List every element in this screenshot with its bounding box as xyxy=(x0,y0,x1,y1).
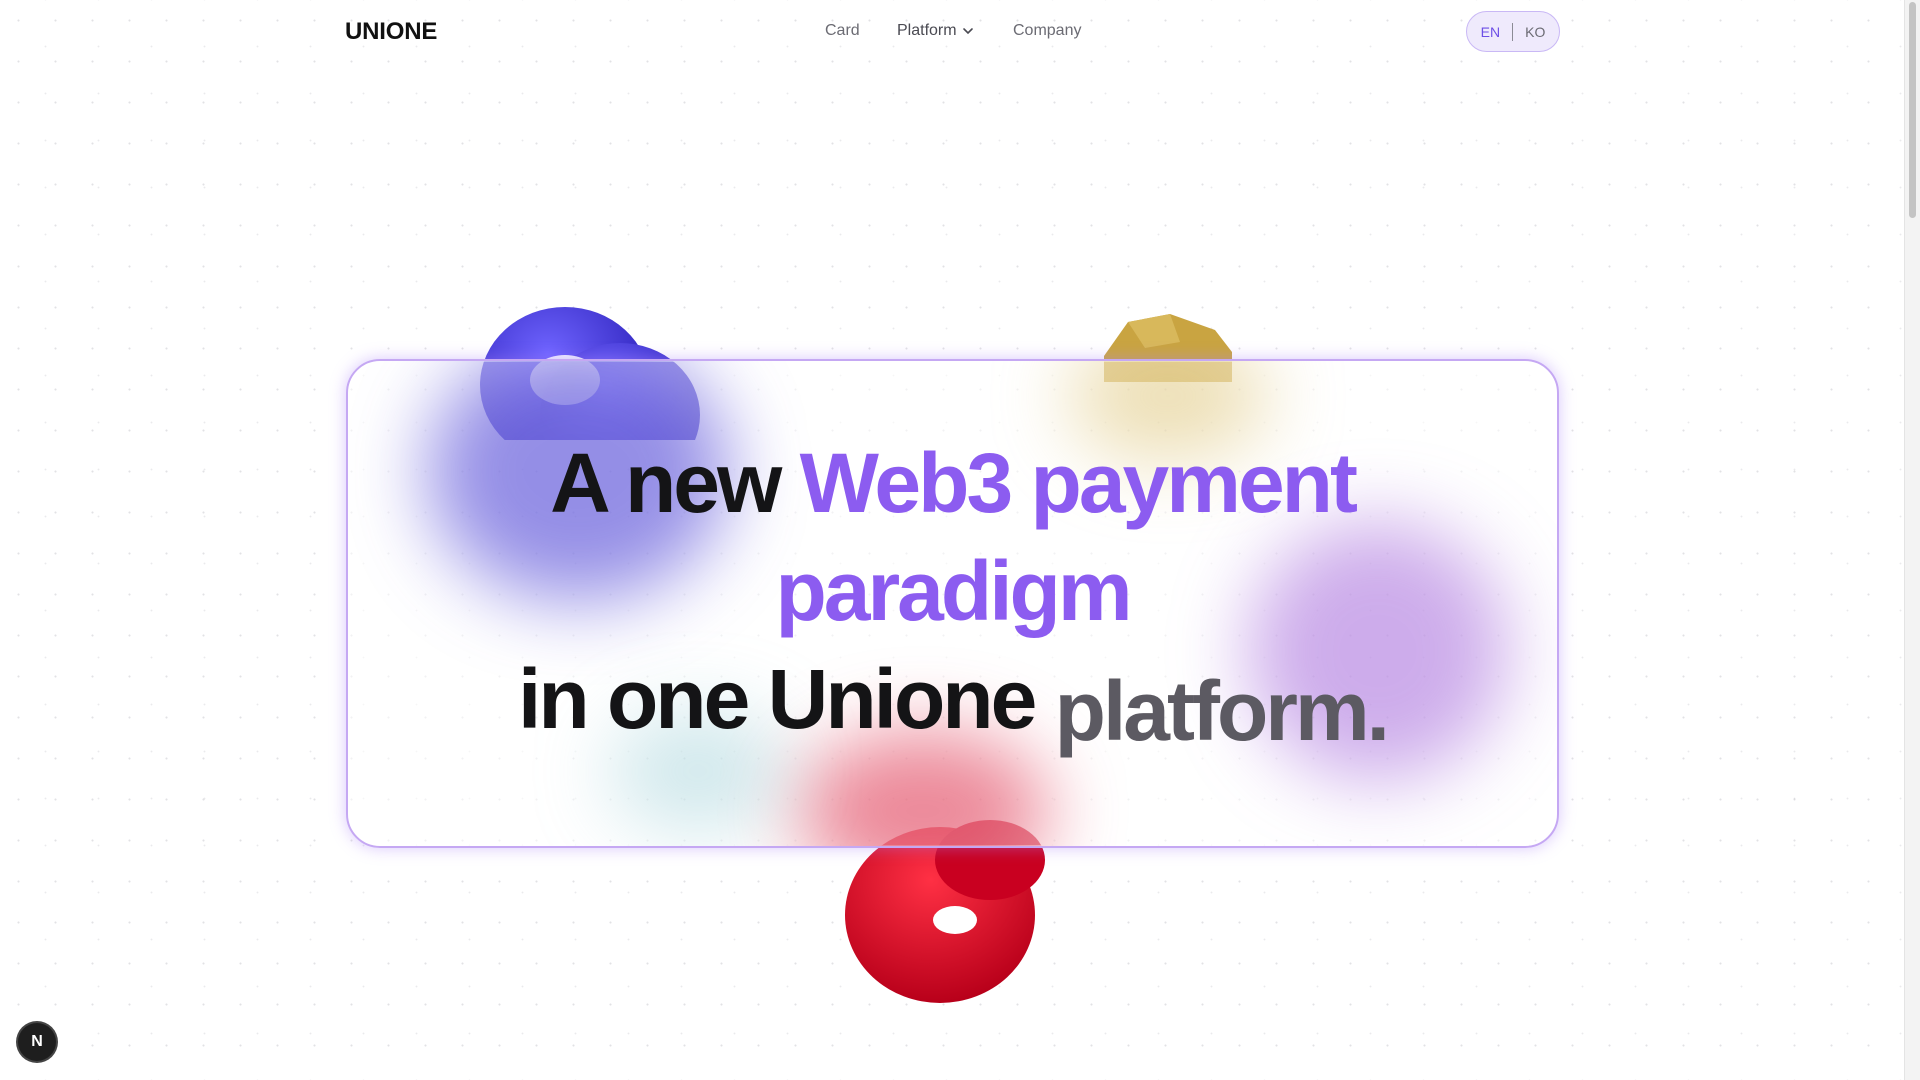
next-logo-icon[interactable]: N xyxy=(18,1023,56,1061)
nav-company-label: Company xyxy=(1013,22,1082,39)
headline-line-3: in one Unione platform. xyxy=(348,645,1557,758)
language-switcher: EN KO xyxy=(1466,11,1560,52)
scrollbar-thumb[interactable] xyxy=(1909,2,1916,218)
lang-en-button[interactable]: EN xyxy=(1481,24,1500,40)
brand-logo[interactable]: UNIONE xyxy=(345,18,437,46)
hero-headline: A new Web3 payment paradigm in one Union… xyxy=(348,429,1557,758)
headline-line-1: A new Web3 payment xyxy=(348,429,1557,537)
headline-line-2: paradigm xyxy=(348,537,1557,645)
nav-platform-label: Platform xyxy=(897,22,957,39)
nav-card-label: Card xyxy=(825,22,860,39)
top-header: UNIONE Card Platform Company EN KO xyxy=(0,0,1904,64)
headline-text-a-new: A new xyxy=(550,436,800,530)
headline-text-platform: platform. xyxy=(1054,664,1390,758)
headline-text-in-one-unione: in one Unione xyxy=(518,652,1055,746)
nav-platform-dropdown[interactable]: Platform xyxy=(897,22,975,40)
headline-text-web3-payment: Web3 payment xyxy=(799,436,1358,530)
lang-divider xyxy=(1512,22,1514,41)
hero-card: A new Web3 payment paradigm in one Union… xyxy=(346,359,1559,848)
chevron-down-icon xyxy=(962,28,973,35)
headline-text-paradigm: paradigm xyxy=(775,544,1132,638)
fab-label: N xyxy=(31,1033,43,1050)
page-scrollbar[interactable] xyxy=(1904,0,1920,1080)
red-ring-shape xyxy=(845,820,1045,1003)
nav-company-link[interactable]: Company xyxy=(1013,22,1081,40)
nav-card-link[interactable]: Card xyxy=(825,22,860,40)
lang-ko-button[interactable]: KO xyxy=(1525,24,1545,40)
